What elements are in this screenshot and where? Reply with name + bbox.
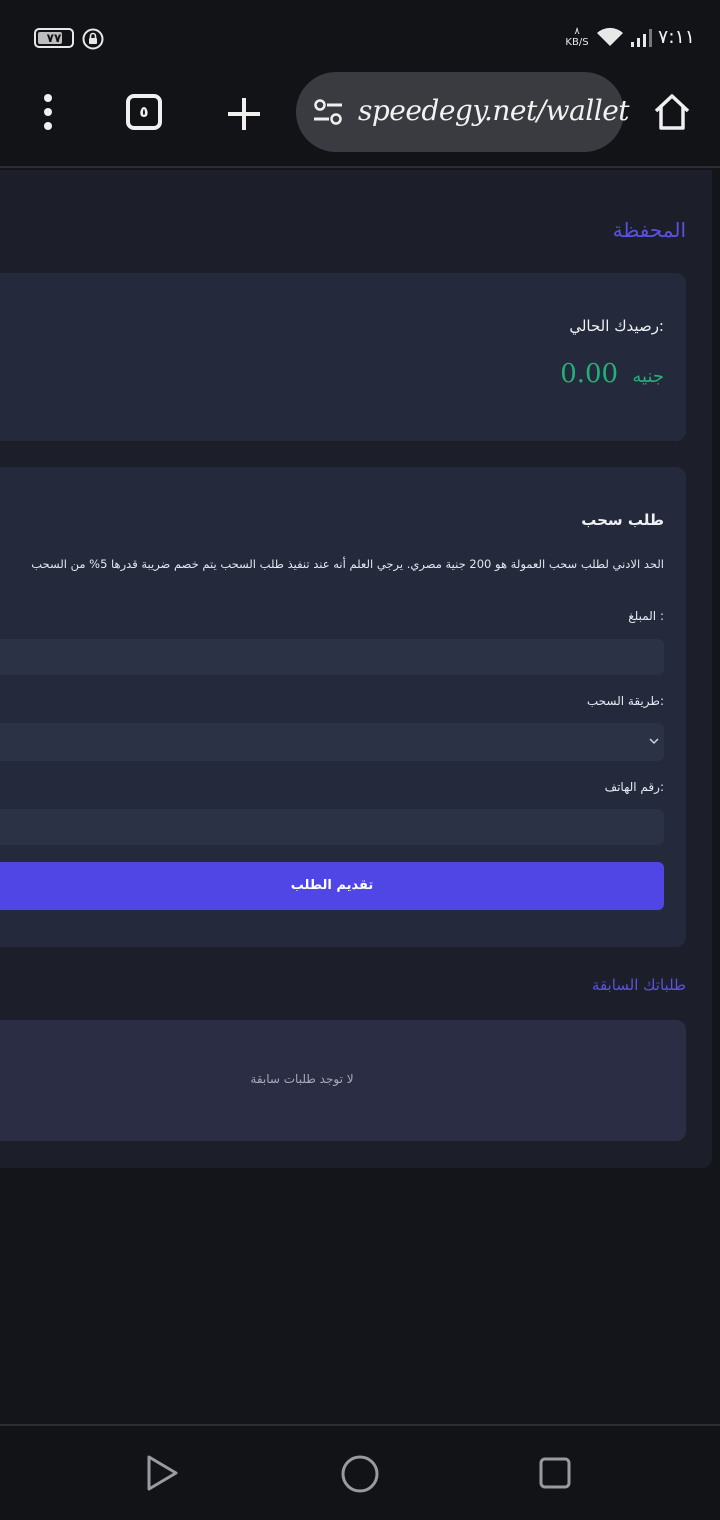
withdraw-title: طلب سحب bbox=[581, 511, 664, 529]
chevron-down-icon bbox=[649, 738, 659, 745]
balance-label: :رصيدك الحالي bbox=[569, 317, 664, 335]
method-label: :طريقة السحب bbox=[586, 694, 664, 708]
url-text: speedegy.net/wallet bbox=[358, 94, 630, 127]
balance-currency: جنيه bbox=[632, 366, 664, 387]
history-empty-text: لا توجد طلبات سابقة bbox=[250, 1072, 354, 1086]
battery-icon: ٧٧ bbox=[34, 28, 74, 48]
navigation-bar bbox=[0, 1424, 720, 1520]
phone-label: :رقم الهاتف bbox=[604, 780, 664, 794]
tabs-button[interactable]: ٥ bbox=[126, 94, 162, 130]
home-icon[interactable] bbox=[652, 92, 692, 132]
withdraw-card: طلب سحب الحد الادني لطلب سحب العمولة هو … bbox=[0, 467, 686, 947]
balance-value: 0.00 bbox=[560, 359, 619, 389]
tabs-count: ٥ bbox=[139, 103, 149, 121]
history-title: طلباتك السابقة bbox=[591, 976, 686, 994]
browser-toolbar: ٥ speedegy.net/wallet bbox=[0, 72, 720, 168]
plus-icon[interactable] bbox=[224, 94, 264, 134]
signal-icon bbox=[631, 29, 652, 47]
network-speed-value: ٨ bbox=[574, 26, 580, 37]
history-card: لا توجد طلبات سابقة bbox=[0, 1020, 686, 1141]
network-speed-unit: KB/S bbox=[565, 37, 589, 48]
balance-amount: جنيه 0.00 bbox=[560, 359, 664, 389]
amount-label: : المبلغ bbox=[628, 609, 664, 623]
url-bar[interactable]: speedegy.net/wallet bbox=[296, 72, 630, 152]
home-circle-icon[interactable] bbox=[340, 1454, 380, 1494]
balance-card: :رصيدك الحالي جنيه 0.00 bbox=[0, 273, 686, 441]
network-speed: ٨ KB/S bbox=[562, 26, 592, 48]
method-select[interactable] bbox=[0, 723, 664, 761]
wallet-page: المحفظة :رصيدك الحالي جنيه 0.00 طلب سحب … bbox=[0, 170, 712, 1168]
submit-button[interactable]: تقديم الطلب bbox=[0, 862, 664, 910]
wifi-icon bbox=[597, 27, 623, 46]
phone-input[interactable] bbox=[0, 809, 664, 845]
back-icon[interactable] bbox=[144, 1454, 180, 1492]
clock: ٧:١١ bbox=[658, 26, 696, 48]
battery-level: ٧٧ bbox=[46, 31, 62, 45]
status-bar: ٧٧ ٨ KB/S ٧:١١ bbox=[0, 0, 720, 72]
menu-icon[interactable] bbox=[34, 92, 62, 132]
recents-icon[interactable] bbox=[538, 1456, 572, 1490]
lock-icon bbox=[82, 28, 104, 50]
tune-icon[interactable] bbox=[312, 98, 344, 126]
withdraw-notice: الحد الادني لطلب سحب العمولة هو 200 جنية… bbox=[31, 557, 664, 571]
amount-input[interactable] bbox=[0, 639, 664, 675]
page-title: المحفظة bbox=[612, 218, 686, 242]
